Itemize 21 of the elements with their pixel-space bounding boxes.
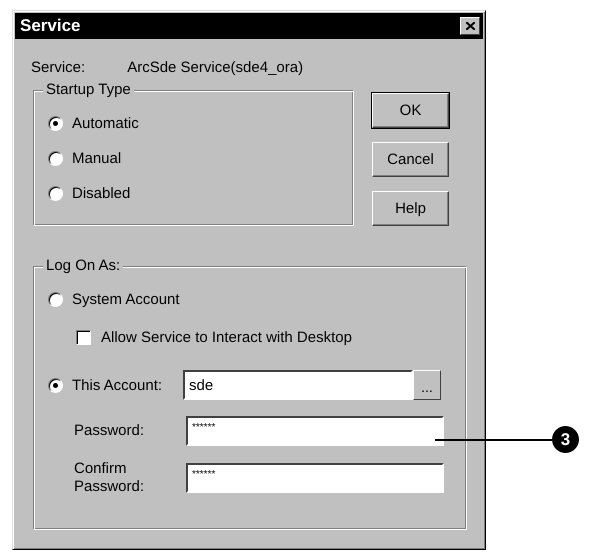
password-field[interactable]: ****** — [186, 416, 444, 446]
radio-label: Manual — [72, 150, 122, 166]
dialog-button[interactable]: OK — [372, 93, 449, 128]
service-name: ArcSde Service(sde4_ora) — [127, 59, 304, 76]
group-title: Log On As: — [43, 257, 124, 274]
dialog-button[interactable]: Cancel — [372, 142, 449, 177]
checkbox-label: Allow Service to Interact with Desktop — [101, 329, 352, 346]
window-title: Service — [20, 16, 80, 36]
browse-button[interactable]: ... — [413, 370, 441, 400]
service-label: Service: — [31, 59, 86, 76]
field-label: Confirm Password: — [74, 460, 146, 496]
radio-label: This Account: — [72, 376, 162, 394]
account-field[interactable]: sde — [183, 370, 413, 400]
field-label: Password: — [74, 422, 146, 440]
callout-number: 3 — [552, 426, 579, 453]
group-title: Startup Type — [43, 81, 134, 98]
password-field[interactable]: ****** — [186, 463, 444, 493]
radio-label: Disabled — [72, 184, 130, 202]
radio-label: Automatic — [72, 114, 139, 132]
radio-label: System Account — [72, 290, 180, 308]
dialog-button[interactable]: Help — [372, 191, 449, 226]
